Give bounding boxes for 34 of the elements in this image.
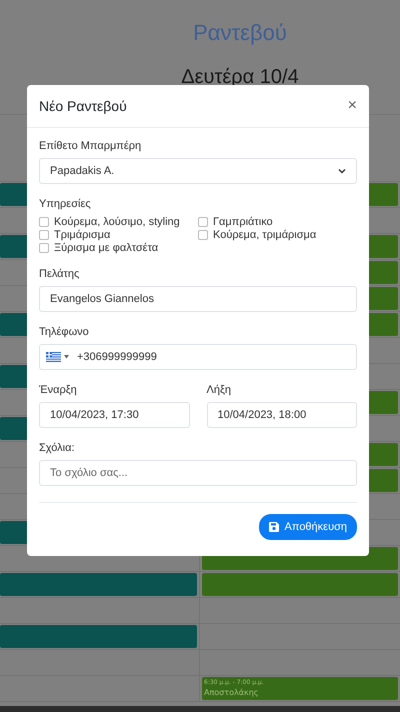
service-label: Κούρεμα, τριμάρισμα: [213, 229, 316, 241]
field-label: Σχόλια:: [39, 442, 76, 454]
field-label: Πελάτης: [39, 268, 80, 280]
service-label: Γαμπριάτικο: [213, 216, 273, 228]
chevron-icon: [338, 168, 346, 174]
field-label: Λήξη: [206, 384, 232, 396]
appointment-client: Αποστολάκης: [204, 688, 260, 697]
dialog-title: Νέο Ραντεβού: [39, 98, 127, 114]
checkbox[interactable]: [39, 243, 49, 253]
page-title: Ραντεβού: [193, 20, 287, 46]
field-label: Τηλέφωνο: [39, 326, 90, 338]
checkbox[interactable]: [198, 217, 208, 227]
field-label: Υπηρεσίες: [39, 198, 92, 210]
save-button[interactable]: Αποθήκευση: [258, 514, 357, 540]
phone-field[interactable]: +306999999999: [39, 344, 357, 370]
caret-icon: [64, 355, 69, 359]
close-button[interactable]: ×: [348, 97, 357, 115]
checkbox[interactable]: [198, 230, 208, 240]
calendar-slot[interactable]: [0, 598, 200, 624]
flag-icon: [46, 352, 61, 362]
day-heading: Δευτέρα 10/4: [181, 66, 299, 89]
checkbox[interactable]: [39, 217, 49, 227]
barber-select[interactable]: Papadakis A.: [39, 158, 357, 184]
service-label: Κούρεμα, λούσιμο, styling: [54, 216, 180, 228]
start-time-field[interactable]: 10/04/2023, 17:30: [39, 402, 190, 428]
service-label: Ξύρισμα με φαλτσέτα: [54, 242, 158, 254]
service-label: Τριμάρισμα: [54, 229, 110, 241]
field-label: Έναρξη: [39, 384, 78, 396]
checkbox[interactable]: [39, 230, 49, 240]
end-time-field[interactable]: 10/04/2023, 18:00: [206, 402, 357, 428]
field-label: Επίθετο Μπαρμπέρη: [39, 140, 142, 152]
client-field[interactable]: Evangelos Giannelos: [39, 286, 357, 312]
comment-field[interactable]: Το σχόλιο σας...: [39, 460, 357, 486]
country-picker[interactable]: [44, 352, 71, 362]
